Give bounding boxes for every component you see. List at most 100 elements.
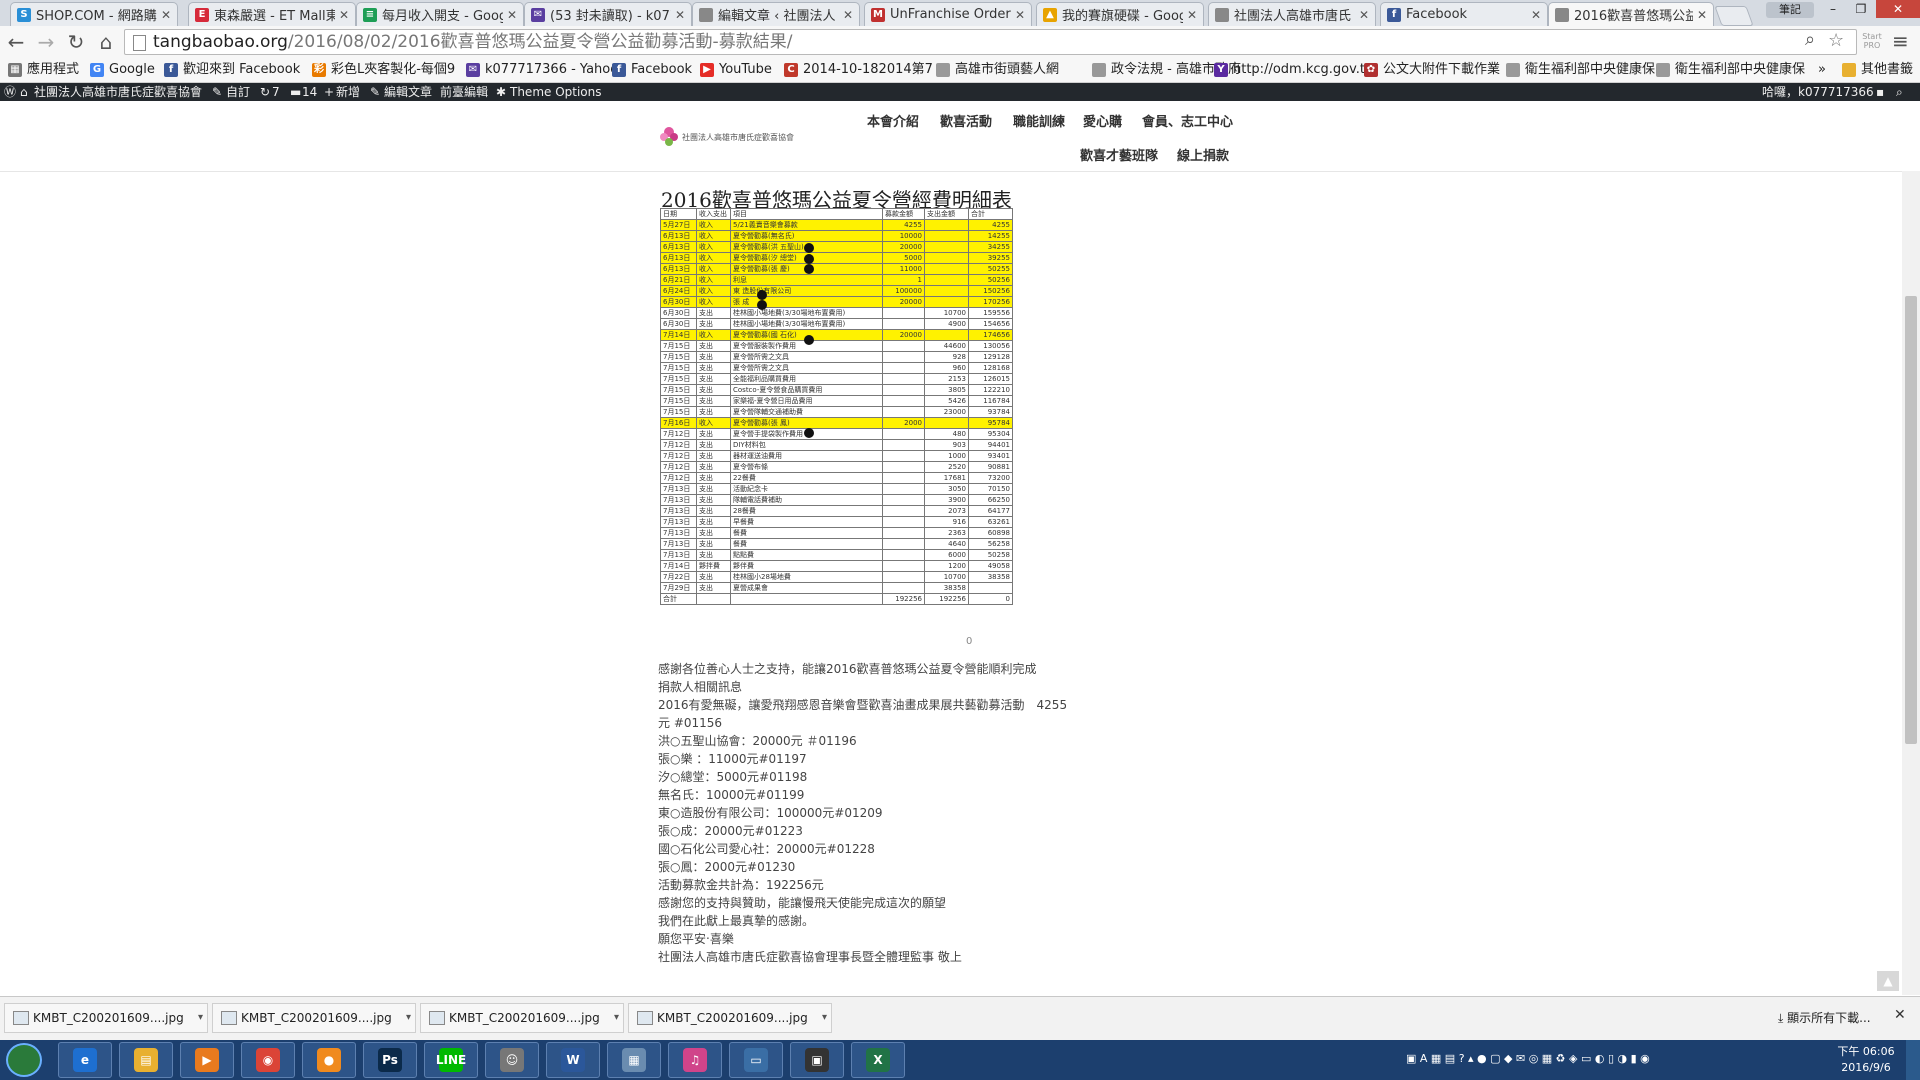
download-item[interactable]: KMBT_C200201609....jpg ▾ [212, 1003, 416, 1033]
nav-item[interactable]: 職能訓練 [1013, 111, 1065, 130]
close-downloads-icon[interactable]: ✕ [1894, 1007, 1906, 1023]
new-link[interactable]: 新增 [336, 83, 360, 101]
account-greeting[interactable]: 哈囉，k077717366 [1762, 83, 1874, 101]
forward-icon[interactable]: → [34, 30, 58, 54]
scrollbar-thumb[interactable] [1905, 296, 1917, 744]
new-tab-button[interactable] [1714, 6, 1754, 26]
tab-close-icon[interactable]: ✕ [1359, 8, 1369, 22]
taskbar-app-window-app[interactable]: ▭ [729, 1042, 783, 1078]
reload-icon[interactable]: ↻ [64, 30, 88, 54]
frontend-edit-link[interactable]: 前臺編輯 [440, 83, 488, 101]
nav-item[interactable]: 歡喜才藝班隊 [1080, 145, 1158, 164]
profile-button[interactable]: 筆記 [1766, 2, 1814, 18]
close-window-icon[interactable]: ✕ [1876, 0, 1920, 18]
site-logo[interactable]: 社團法人高雄市唐氏症歡喜協會 [658, 124, 828, 150]
avatar[interactable]: ▪ [1876, 83, 1884, 101]
browser-tab[interactable]: ≡ 每月收入開支 - Goog ✕ [356, 2, 524, 26]
bookmarks-more-icon[interactable]: » [1818, 61, 1826, 79]
taskbar-app-network[interactable]: ☺ [485, 1042, 539, 1078]
updates-count[interactable]: 7 [272, 83, 280, 101]
edit-post-link[interactable]: 編輯文章 [384, 83, 432, 101]
taskbar-app-calculator[interactable]: ▦ [607, 1042, 661, 1078]
bookmark-item[interactable]: Yhttp://odm.kcg.gov.t [1214, 61, 1365, 79]
taskbar-app-explorer[interactable]: ▤ [119, 1042, 173, 1078]
taskbar-app-media-player[interactable]: ▶ [180, 1042, 234, 1078]
wordpress-icon[interactable]: Ⓦ [4, 83, 16, 101]
theme-options-link[interactable]: Theme Options [510, 83, 602, 101]
download-item[interactable]: KMBT_C200201609....jpg ▾ [4, 1003, 208, 1033]
bookmark-item[interactable]: 高雄市街頭藝人網 [936, 61, 1059, 79]
restore-icon[interactable]: ❐ [1848, 0, 1874, 18]
home-icon[interactable]: ⌂ [94, 30, 118, 54]
site-name-link[interactable]: 社團法人高雄市唐氏症歡喜協會 [34, 83, 202, 101]
extension-start-pro-icon[interactable]: Start PRO [1862, 32, 1882, 50]
taskbar-app-photoshop[interactable]: Ps [363, 1042, 417, 1078]
bookmark-item[interactable]: ✉ k077717366 - Yahoo [466, 61, 618, 79]
tab-close-icon[interactable]: ✕ [339, 8, 349, 22]
system-tray[interactable]: ▣ A ▦ ▤ ? ▴ ● ▢ ◆ ✉ ◎ ▦ ♻ ◈ ▭ ◐ ▯ ◑ ▮ ◉ [1406, 1052, 1816, 1068]
browser-tab[interactable]: ▲ 我的賽旗硬碟 - Goog ✕ [1036, 2, 1204, 26]
taskbar-app-chrome[interactable]: ◉ [241, 1042, 295, 1078]
nav-item[interactable]: 歡喜活動 [940, 111, 992, 130]
other-bookmarks[interactable]: 其他書籤 [1842, 61, 1913, 79]
browser-tab[interactable]: M UnFranchise Order ✕ [864, 2, 1032, 26]
search-icon[interactable]: ⌕ [1896, 83, 1903, 101]
tab-close-icon[interactable]: ✕ [1015, 8, 1025, 22]
customize-link[interactable]: 自訂 [226, 83, 250, 101]
download-item[interactable]: KMBT_C200201609....jpg ▾ [628, 1003, 832, 1033]
taskbar-app-line[interactable]: LINE [424, 1042, 478, 1078]
browser-tab[interactable]: 社團法人高雄市唐氏 ✕ [1208, 2, 1376, 26]
back-icon[interactable]: ← [4, 30, 28, 54]
taskbar-app-dvr[interactable]: ▣ [790, 1042, 844, 1078]
start-button[interactable] [6, 1043, 42, 1077]
download-item[interactable]: KMBT_C200201609....jpg ▾ [420, 1003, 624, 1033]
browser-tab[interactable]: ✉ (53 封未讀取) - k077 ✕ [524, 2, 692, 26]
browser-tab[interactable]: f Facebook ✕ [1380, 2, 1548, 26]
nav-item[interactable]: 會員、志工中心 [1142, 111, 1233, 130]
minimize-icon[interactable]: – [1820, 0, 1846, 18]
bookmark-item[interactable]: ▦ 應用程式 [8, 61, 79, 79]
bookmark-item[interactable]: 彩彩色L夾客製化-每個9 [312, 61, 455, 79]
download-menu-icon[interactable]: ▾ [822, 1004, 827, 1032]
taskbar-app-itunes[interactable]: ♫ [668, 1042, 722, 1078]
tab-close-icon[interactable]: ✕ [843, 8, 853, 22]
bookmark-star-icon[interactable]: ☆ [1828, 30, 1844, 51]
comments-count[interactable]: 14 [302, 83, 317, 101]
tab-close-icon[interactable]: ✕ [675, 8, 685, 22]
browser-tab[interactable]: S SHOP.COM - 網路購 ✕ [10, 2, 178, 26]
nav-item[interactable]: 本會介紹 [867, 111, 919, 130]
download-menu-icon[interactable]: ▾ [406, 1004, 411, 1032]
bookmark-item[interactable]: ▶ YouTube [700, 61, 772, 79]
bookmark-item[interactable]: ✿ 公文大附件下載作業 [1364, 61, 1500, 79]
page-scrollbar[interactable] [1902, 171, 1920, 995]
taskbar-app-excel[interactable]: X [851, 1042, 905, 1078]
nav-item[interactable]: 線上捐款 [1177, 145, 1229, 164]
taskbar-app-ie[interactable]: e [58, 1042, 112, 1078]
browser-tab[interactable]: 2016歡喜普悠瑪公益 ✕ [1548, 2, 1714, 26]
bookmark-item[interactable]: 衛生福利部中央健康保 [1656, 61, 1805, 79]
tab-close-icon[interactable]: ✕ [507, 8, 517, 22]
download-menu-icon[interactable]: ▾ [198, 1004, 203, 1032]
system-clock[interactable]: 下午 06:06 2016/9/6 [1832, 1044, 1900, 1076]
scroll-to-top-button[interactable]: ▲ [1877, 971, 1899, 991]
download-menu-icon[interactable]: ▾ [614, 1004, 619, 1032]
bookmark-item[interactable]: 衛生福利部中央健康保 [1506, 61, 1655, 79]
bookmark-item[interactable]: G Google [90, 61, 155, 79]
address-bar[interactable]: tangbaobao.org/2016/08/02/2016歡喜普悠瑪公益夏令營… [124, 29, 1857, 55]
show-desktop-button[interactable] [1906, 1040, 1920, 1080]
menu-icon[interactable]: ≡ [1892, 29, 1909, 53]
search-icon[interactable]: ⌕ [1805, 29, 1815, 50]
bookmark-item[interactable]: f Facebook [612, 61, 692, 79]
tab-close-icon[interactable]: ✕ [1531, 8, 1541, 22]
browser-tab[interactable]: 編輯文章 ‹ 社團法人 ✕ [692, 2, 860, 26]
tab-close-icon[interactable]: ✕ [1697, 8, 1707, 22]
show-all-downloads-link[interactable]: ⤓ 顯示所有下載... [1778, 1009, 1871, 1026]
nav-item[interactable]: 愛心購 [1083, 111, 1122, 130]
taskbar-app-orange-app[interactable]: ● [302, 1042, 356, 1078]
bookmark-item[interactable]: f 歡迎來到 Facebook [164, 61, 300, 79]
bookmark-item[interactable]: C 2014-10-182014第7 [784, 61, 933, 79]
taskbar-app-word[interactable]: W [546, 1042, 600, 1078]
tab-close-icon[interactable]: ✕ [161, 8, 171, 22]
browser-tab[interactable]: E 東森嚴選 - ET Mall東 ✕ [188, 2, 356, 26]
tab-close-icon[interactable]: ✕ [1187, 8, 1197, 22]
